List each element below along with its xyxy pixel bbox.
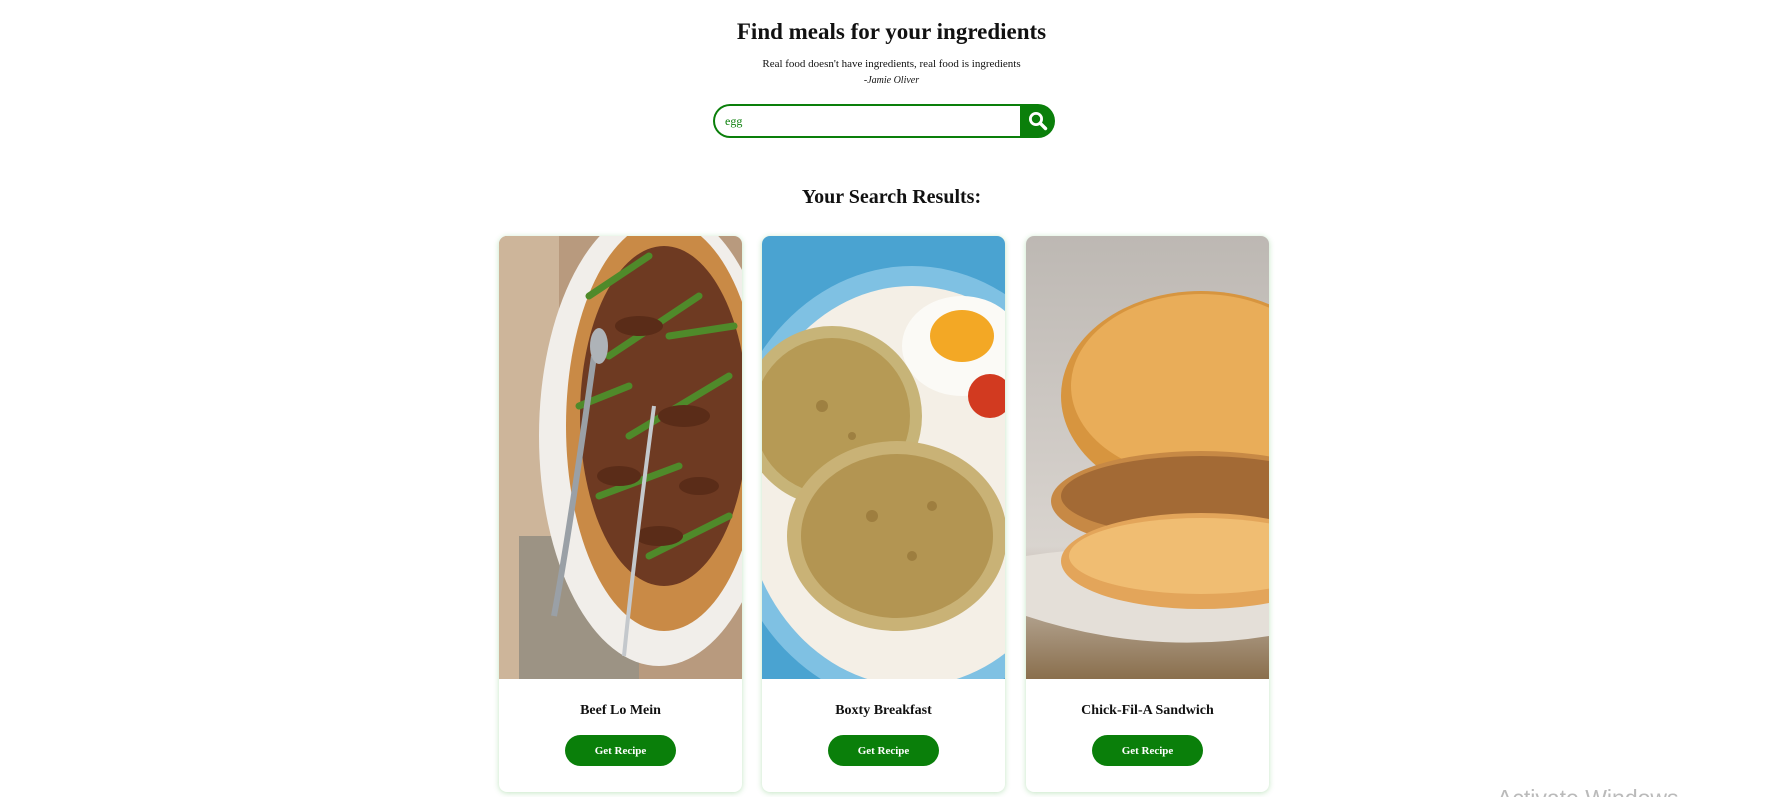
results-grid: Beef Lo Mein Get Recipe Boxty Breakfast … (499, 236, 1271, 792)
results-title: Your Search Results: (801, 186, 982, 208)
quote-author: -Jamie Oliver (863, 75, 920, 86)
chicken-sandwich-image (1026, 236, 1269, 679)
recipe-card: Chick-Fil-A Sandwich Get Recipe (1026, 236, 1269, 792)
recipe-name: Beef Lo Mein (580, 703, 661, 718)
page-title: Find meals for your ingredients (736, 19, 1047, 44)
activate-windows-watermark: Activate Windows (1497, 784, 1679, 797)
get-recipe-button[interactable]: Get Recipe (1092, 735, 1203, 766)
recipe-card: Boxty Breakfast Get Recipe (762, 236, 1005, 792)
search-input[interactable] (713, 104, 1021, 138)
search-button[interactable] (1020, 104, 1055, 138)
recipe-name: Boxty Breakfast (835, 703, 932, 718)
quote-text: Real food doesn't have ingredients, real… (762, 58, 1021, 70)
recipe-name: Chick-Fil-A Sandwich (1081, 703, 1214, 718)
boxty-breakfast-image (762, 236, 1005, 679)
recipe-card: Beef Lo Mein Get Recipe (499, 236, 742, 792)
get-recipe-button[interactable]: Get Recipe (565, 735, 676, 766)
beef-lo-mein-image (499, 236, 742, 679)
search-bar (713, 104, 1055, 138)
page: Find meals for your ingredients Real foo… (0, 0, 1783, 797)
get-recipe-button[interactable]: Get Recipe (828, 735, 939, 766)
search-icon (1029, 112, 1048, 131)
